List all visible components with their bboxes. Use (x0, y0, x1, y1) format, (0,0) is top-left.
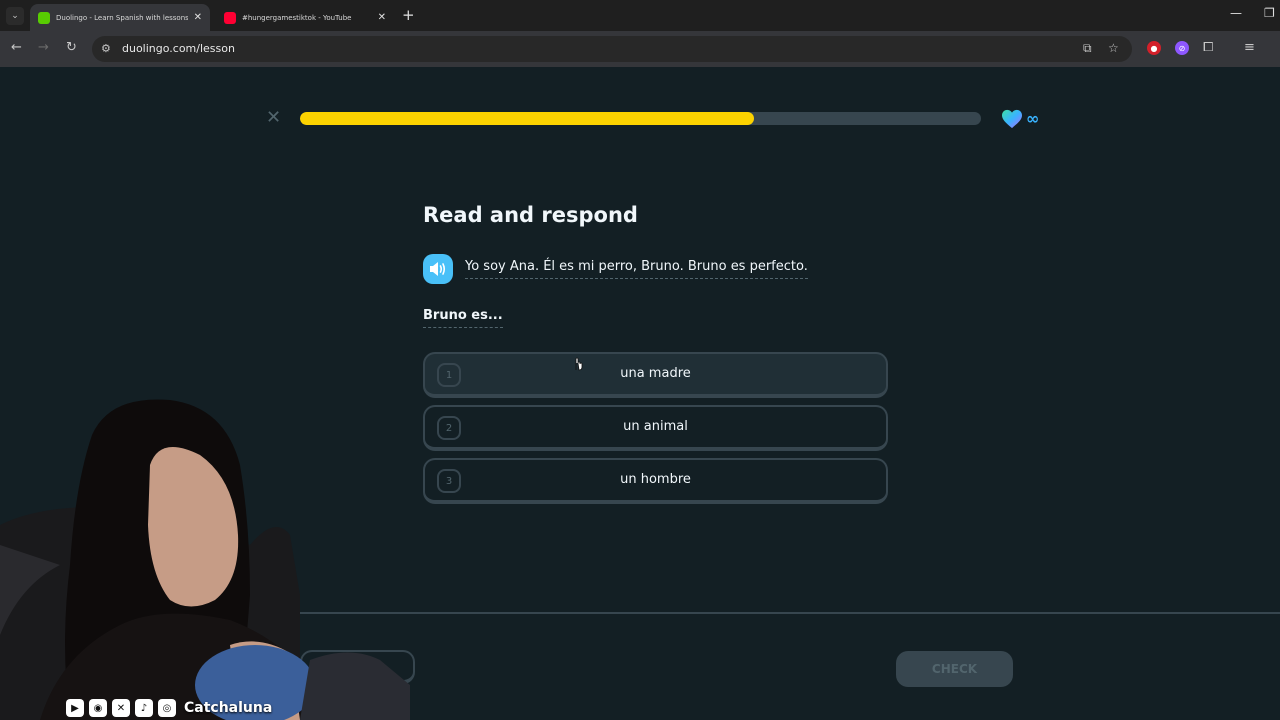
close-tab-icon[interactable]: ✕ (378, 12, 386, 23)
browser-tab-bar: ⌄ Duolingo - Learn Spanish with lessons … (0, 0, 1280, 31)
youtube-icon: ▶ (66, 699, 84, 717)
question-prompt[interactable]: Bruno es... (423, 308, 503, 328)
check-button[interactable]: CHECK (896, 651, 1013, 687)
install-icon[interactable]: ⧉ (1083, 41, 1092, 56)
extension-red-icon[interactable]: ● (1147, 41, 1161, 55)
x-icon: ✕ (112, 699, 130, 717)
restore-icon[interactable]: ❐ (1264, 6, 1275, 20)
close-tab-icon[interactable]: ✕ (194, 12, 202, 23)
option-label: un hombre (620, 472, 691, 487)
option-label: un animal (623, 419, 688, 434)
option-label: una madre (620, 366, 691, 381)
close-lesson-icon[interactable]: ✕ (266, 108, 281, 128)
lesson-progress-bar (300, 112, 981, 125)
answer-option-3[interactable]: 3 un hombre (423, 458, 888, 504)
speaker-button[interactable] (423, 254, 453, 284)
address-bar[interactable]: ⚙ duolingo.com/lesson ⧉ ☆ (92, 36, 1132, 62)
progress-fill (300, 112, 755, 125)
mouse-cursor-icon (575, 357, 583, 371)
instagram-icon: ◎ (158, 699, 176, 717)
answer-option-1[interactable]: 1 una madre (423, 352, 888, 398)
browser-tab-duolingo[interactable]: Duolingo - Learn Spanish with lessons th… (30, 4, 210, 31)
site-info-icon[interactable]: ⚙ (101, 42, 111, 55)
passage-sentence[interactable]: Yo soy Ana. Él es mi perro, Bruno. Bruno… (465, 259, 808, 279)
back-icon[interactable]: ← (11, 40, 22, 55)
extensions-puzzle-icon[interactable]: ⧠ (1203, 40, 1213, 55)
minimize-icon[interactable]: — (1230, 6, 1242, 20)
answer-option-2[interactable]: 2 un animal (423, 405, 888, 451)
new-tab-button[interactable]: + (402, 6, 415, 24)
tab-title: Duolingo - Learn Spanish with lessons th… (56, 13, 188, 22)
extension-purple-icon[interactable]: ⊘ (1175, 41, 1189, 55)
reading-list-icon[interactable]: ≡ (1244, 40, 1255, 55)
bookmark-star-icon[interactable]: ☆ (1108, 41, 1119, 55)
browser-toolbar: ← → ↻ ⚙ duolingo.com/lesson ⧉ ☆ ● ⊘ ⧠ ≡ (0, 31, 1280, 67)
speaker-icon (430, 262, 446, 276)
hearts-infinite-label: ∞ (1026, 109, 1040, 128)
duolingo-icon (38, 11, 50, 24)
heart-icon (1002, 109, 1022, 129)
browser-tab-youtube[interactable]: #hungergamestiktok - YouTube ✕ (216, 4, 394, 31)
url-text: duolingo.com/lesson (122, 42, 235, 55)
youtube-icon (224, 11, 236, 24)
channel-name: Catchaluna (184, 700, 273, 716)
reload-icon[interactable]: ↻ (66, 40, 77, 55)
social-overlay: ▶ ◉ ✕ ♪ ◎ Catchaluna (66, 697, 272, 719)
tab-title: #hungergamestiktok - YouTube (242, 13, 352, 22)
challenge-heading: Read and respond (423, 203, 638, 227)
forward-icon[interactable]: → (38, 40, 49, 55)
tiktok-icon: ♪ (135, 699, 153, 717)
discord-icon: ◉ (89, 699, 107, 717)
tab-search-button[interactable]: ⌄ (6, 7, 24, 25)
webcam-overlay (0, 399, 410, 720)
